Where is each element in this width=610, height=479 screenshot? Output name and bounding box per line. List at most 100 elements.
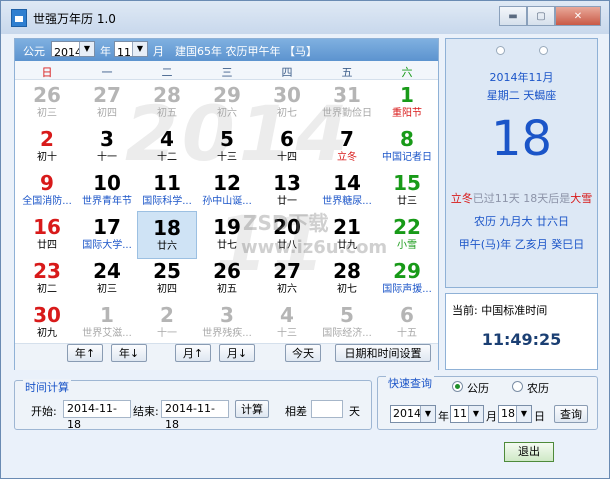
day-number: 26	[213, 259, 241, 283]
day-subtext: 世界艾滋...	[82, 328, 132, 339]
day-cell[interactable]: 2 十一	[137, 299, 197, 343]
start-date-field[interactable]: 2014-11-18	[63, 400, 131, 431]
day-cell[interactable]: 17 国际大学...	[77, 211, 137, 259]
query-button[interactable]: 查询	[554, 405, 588, 423]
prev-year-button[interactable]: 年↑	[67, 344, 103, 362]
prev-month-button[interactable]: 月↑	[175, 344, 211, 362]
solar-radio[interactable]	[452, 381, 463, 392]
day-cell[interactable]: 6 十五	[377, 299, 437, 343]
query-month-select[interactable]: 11 ▼	[450, 405, 484, 423]
day-cell[interactable]: 30 初七	[257, 79, 317, 127]
day-cell[interactable]: 29 国际声援...	[377, 255, 437, 303]
day-cell[interactable]: 4 十三	[257, 299, 317, 343]
solar-radio-label[interactable]: 公历	[467, 380, 489, 396]
day-subtext: 初三	[97, 284, 117, 295]
day-cell[interactable]: 3 十一	[77, 123, 137, 171]
day-number: 30	[33, 303, 61, 327]
day-subtext: 国际经济...	[322, 328, 372, 339]
day-cell[interactable]: 31 世界勤俭日	[317, 79, 377, 127]
weekday-label: 六	[401, 66, 413, 79]
next-term-text: 18天后是	[523, 192, 571, 205]
title-bar[interactable]: 世强万年历 1.0 ▬ ▢ ✕	[1, 1, 609, 34]
maximize-button[interactable]: ▢	[527, 6, 555, 26]
day-cell[interactable]: 1 重阳节	[377, 79, 437, 127]
day-number: 3	[220, 303, 234, 327]
day-cell[interactable]: 2 初十	[17, 123, 77, 171]
day-number: 12	[213, 171, 241, 195]
minimize-button[interactable]: ▬	[499, 6, 527, 26]
query-month-unit: 月	[486, 410, 497, 423]
day-cell[interactable]: 15 廿三	[377, 167, 437, 215]
day-cell[interactable]: 8 中国记者日	[377, 123, 437, 171]
day-number: 28	[333, 259, 361, 283]
day-subtext: 廿六	[157, 241, 177, 252]
day-subtext: 十三	[217, 152, 237, 163]
day-subtext: 初七	[277, 108, 297, 119]
day-cell[interactable]: 3 世界残疾...	[197, 299, 257, 343]
pin-icon	[539, 46, 548, 55]
calculate-button[interactable]: 计算	[235, 400, 269, 418]
day-cell[interactable]: 5 国际经济...	[317, 299, 377, 343]
day-cell-today[interactable]: 18 廿六	[137, 211, 197, 259]
day-subtext: 中国记者日	[382, 152, 432, 163]
next-month-button[interactable]: 月↓	[219, 344, 255, 362]
day-number: 16	[33, 215, 61, 239]
day-cell[interactable]: 11 国际科学...	[137, 167, 197, 215]
day-subtext: 十三	[277, 328, 297, 339]
day-cell[interactable]: 26 初三	[17, 79, 77, 127]
query-month-value: 11	[453, 407, 467, 420]
day-number: 31	[333, 83, 361, 107]
day-subtext: 国际大学...	[82, 240, 132, 251]
site-watermark-line1: ZSD下载	[243, 211, 329, 235]
end-label: 结束:	[133, 405, 159, 418]
day-cell[interactable]: 16 廿四	[17, 211, 77, 259]
day-subtext: 初五	[217, 284, 237, 295]
day-cell[interactable]: 30 初九	[17, 299, 77, 343]
weekday-label: 二	[161, 66, 173, 79]
day-cell[interactable]: 23 初二	[17, 255, 77, 303]
dropdown-arrow-icon: ▼	[516, 406, 531, 422]
day-cell[interactable]: 1 世界艾滋...	[77, 299, 137, 343]
day-cell[interactable]: 4 十二	[137, 123, 197, 171]
day-cell[interactable]: 24 初三	[77, 255, 137, 303]
day-cell[interactable]: 10 世界青年节	[77, 167, 137, 215]
query-year-select[interactable]: 2014 ▼	[390, 405, 436, 423]
day-cell[interactable]: 5 十三	[197, 123, 257, 171]
query-day-select[interactable]: 18 ▼	[498, 405, 532, 423]
datetime-settings-button[interactable]: 日期和时间设置	[335, 344, 431, 362]
today-button[interactable]: 今天	[285, 344, 321, 362]
year-select[interactable]: 2014 ▼	[51, 41, 95, 59]
day-subtext: 十一	[157, 328, 177, 339]
weekday-label: 五	[341, 66, 353, 79]
next-year-button[interactable]: 年↓	[111, 344, 147, 362]
detail-weekday-star: 星期二 天蝎座	[486, 89, 557, 102]
date-detail-panel: 2014年11月 星期二 天蝎座 18 立冬已过11天 18天后是大雪 农历 九…	[445, 38, 598, 288]
current-time: 11:49:25	[481, 330, 562, 349]
day-subtext: 国际声援...	[382, 284, 432, 295]
month-select[interactable]: 11 ▼	[114, 41, 148, 59]
detail-day-number: 18	[490, 111, 553, 167]
day-cell[interactable]: 26 初五	[197, 255, 257, 303]
solar-term-info: 立冬已过11天 18天后是大雪	[446, 190, 597, 206]
day-cell[interactable]: 6 十四	[257, 123, 317, 171]
day-cell[interactable]: 29 初六	[197, 79, 257, 127]
lunar-radio-label[interactable]: 农历	[527, 380, 549, 396]
day-cell[interactable]: 28 初五	[137, 79, 197, 127]
day-number: 28	[153, 83, 181, 107]
diff-label: 相差	[285, 405, 307, 418]
day-cell[interactable]: 25 初四	[137, 255, 197, 303]
exit-button[interactable]: 退出	[504, 442, 554, 462]
day-cell[interactable]: 9 全国消防...	[17, 167, 77, 215]
site-watermark-line2: www.iz6u.com	[241, 237, 388, 258]
day-cell[interactable]: 7 立冬	[317, 123, 377, 171]
diff-days-field[interactable]	[311, 400, 343, 418]
day-cell[interactable]: 27 初四	[77, 79, 137, 127]
day-cell[interactable]: 27 初六	[257, 255, 317, 303]
end-date-field[interactable]: 2014-11-18	[161, 400, 229, 431]
close-button[interactable]: ✕	[555, 6, 601, 26]
day-cell[interactable]: 28 初七	[317, 255, 377, 303]
year-unit-label: 年	[100, 45, 111, 58]
lunar-radio[interactable]	[512, 381, 523, 392]
day-number: 8	[400, 127, 414, 151]
year-info: 建国65年 农历甲午年 【马】	[175, 45, 317, 58]
